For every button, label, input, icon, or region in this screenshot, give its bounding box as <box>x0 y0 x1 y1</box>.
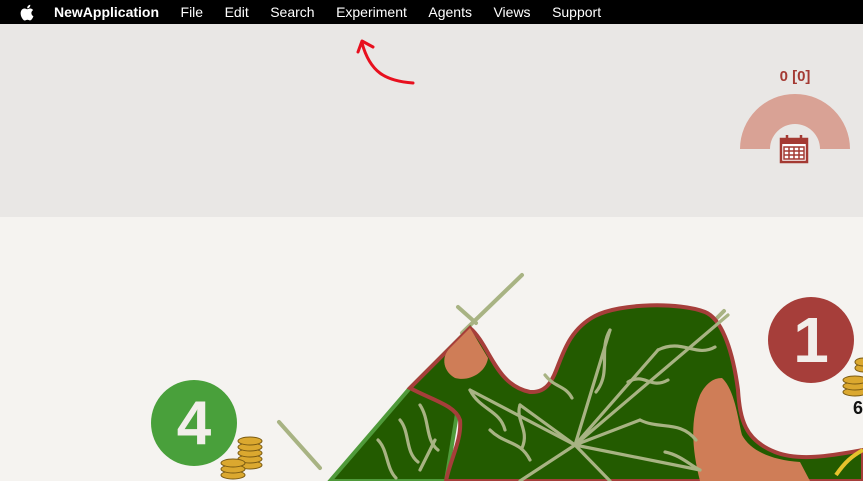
player-badge-4[interactable]: 4 <box>151 380 237 466</box>
player-badge-1[interactable]: 1 <box>768 297 854 383</box>
orange-area-right <box>693 378 810 481</box>
calendar-icon <box>779 135 809 164</box>
red-arrow-icon <box>356 39 415 85</box>
coin-count-label: 6 <box>853 398 863 418</box>
map <box>277 273 863 481</box>
gauge <box>740 94 850 164</box>
scene-layer <box>220 39 863 481</box>
